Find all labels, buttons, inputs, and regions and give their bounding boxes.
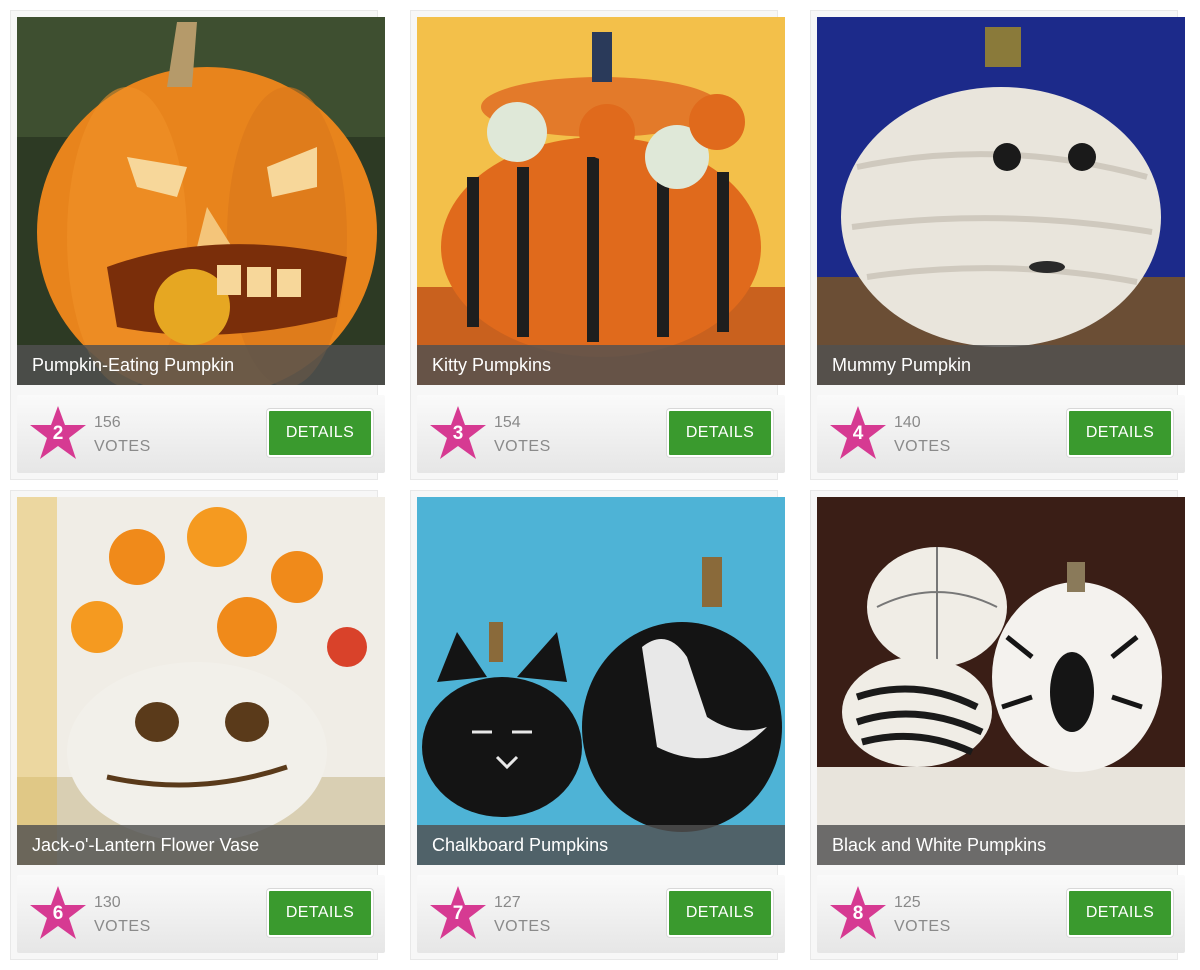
rank-number: 6 — [52, 903, 64, 924]
card-title[interactable]: Jack-o'-Lantern Flower Vase — [17, 825, 385, 865]
card-footer: 6 130 VOTES DETAILS — [17, 875, 385, 953]
details-button[interactable]: DETAILS — [1067, 889, 1173, 937]
details-button[interactable]: DETAILS — [267, 409, 373, 457]
details-button[interactable]: DETAILS — [1067, 409, 1173, 457]
chalkboard-pumpkins-photo[interactable]: Chalkboard Pumpkins — [417, 497, 785, 865]
gallery-card: Mummy Pumpkin 4 140 VOTES DETAILS — [810, 10, 1185, 480]
card-footer: 3 154 VOTES DETAILS — [417, 395, 785, 473]
votes-count: 154 — [494, 414, 521, 431]
card-title[interactable]: Pumpkin-Eating Pumpkin — [17, 345, 385, 385]
gallery-card: Kitty Pumpkins 3 154 VOTES DETAILS — [410, 10, 785, 480]
votes-label: VOTES — [94, 918, 151, 935]
details-button[interactable]: DETAILS — [667, 409, 773, 457]
card-footer: 7 127 VOTES DETAILS — [417, 875, 785, 953]
votes-count: 127 — [494, 894, 521, 911]
votes-label: VOTES — [494, 918, 551, 935]
kitty-pumpkins-photo[interactable]: Kitty Pumpkins — [417, 17, 785, 385]
votes-label: VOTES — [94, 438, 151, 455]
gallery-card: Chalkboard Pumpkins 7 127 VOTES DETAILS — [410, 490, 785, 960]
gallery-card: Black and White Pumpkins 8 125 VOTES DET… — [810, 490, 1185, 960]
votes-count: 125 — [894, 894, 921, 911]
card-title[interactable]: Black and White Pumpkins — [817, 825, 1185, 865]
card-footer: 2 156 VOTES DETAILS — [17, 395, 385, 473]
rank-number: 2 — [52, 423, 64, 444]
card-footer: 8 125 VOTES DETAILS — [817, 875, 1185, 953]
votes-label: VOTES — [494, 438, 551, 455]
votes-count: 140 — [894, 414, 921, 431]
votes-label: VOTES — [894, 438, 951, 455]
pumpkin-gallery: Pumpkin-Eating Pumpkin 2 156 VOTES DETAI… — [0, 0, 1200, 970]
gallery-card: Jack-o'-Lantern Flower Vase 6 130 VOTES … — [10, 490, 385, 960]
mummy-pumpkin-photo[interactable]: Mummy Pumpkin — [817, 17, 1185, 385]
gallery-card: Pumpkin-Eating Pumpkin 2 156 VOTES DETAI… — [10, 10, 385, 480]
details-button[interactable]: DETAILS — [667, 889, 773, 937]
pumpkin-eating-pumpkin-photo[interactable]: Pumpkin-Eating Pumpkin — [17, 17, 385, 385]
card-title[interactable]: Mummy Pumpkin — [817, 345, 1185, 385]
card-title[interactable]: Chalkboard Pumpkins — [417, 825, 785, 865]
rank-number: 7 — [452, 903, 464, 924]
jack-o-lantern-flower-vase-photo[interactable]: Jack-o'-Lantern Flower Vase — [17, 497, 385, 865]
rank-number: 8 — [852, 903, 864, 924]
black-and-white-pumpkins-photo[interactable]: Black and White Pumpkins — [817, 497, 1185, 865]
rank-number: 4 — [852, 423, 864, 444]
card-title[interactable]: Kitty Pumpkins — [417, 345, 785, 385]
details-button[interactable]: DETAILS — [267, 889, 373, 937]
card-footer: 4 140 VOTES DETAILS — [817, 395, 1185, 473]
votes-count: 130 — [94, 894, 121, 911]
votes-label: VOTES — [894, 918, 951, 935]
rank-number: 3 — [452, 423, 464, 444]
votes-count: 156 — [94, 414, 121, 431]
